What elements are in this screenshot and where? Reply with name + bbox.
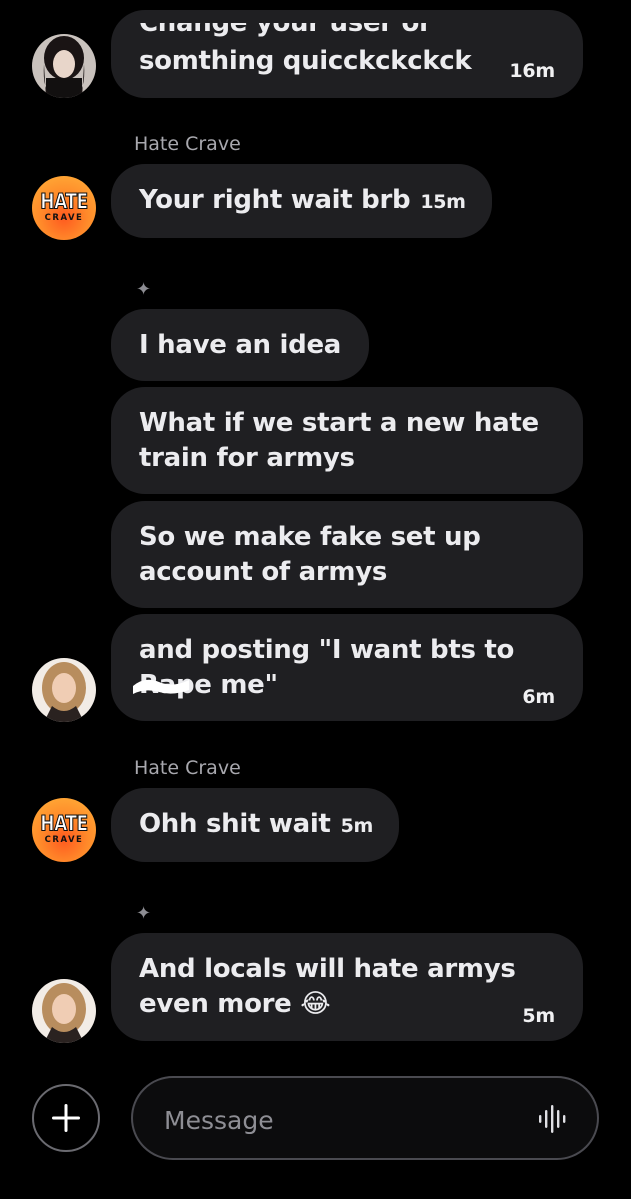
plus-icon bbox=[52, 1104, 80, 1132]
message-text-line: And locals will hate armys bbox=[139, 954, 516, 984]
message-text-line: account of armys bbox=[139, 557, 388, 587]
message-text: Your right wait brb bbox=[139, 185, 411, 215]
message-bubble[interactable]: Your right wait brb 15m bbox=[111, 164, 492, 238]
message-text-line: train for armys bbox=[139, 443, 355, 473]
avatar-user-b[interactable] bbox=[32, 658, 96, 722]
avatar-hate-crave[interactable]: HATE CRAVE bbox=[32, 176, 96, 240]
message-time: 15m bbox=[420, 191, 466, 213]
sender-name: Hate Crave bbox=[134, 757, 241, 779]
message-text-line: What if we start a new hate bbox=[139, 408, 539, 438]
message-bubble[interactable]: Ohh shit wait 5m bbox=[111, 788, 399, 862]
message-text: somthing quicckckckck bbox=[139, 46, 472, 76]
message-time: 5m bbox=[340, 815, 374, 837]
message-time: 5m bbox=[522, 1005, 555, 1027]
message-bubble[interactable]: So we make fake set up account of armys bbox=[111, 501, 583, 608]
message-bubble[interactable]: and posting "I want bts to Rape me" 6m bbox=[111, 614, 583, 721]
message-composer[interactable] bbox=[131, 1076, 599, 1160]
message-text-line: and posting "I want bts to bbox=[139, 635, 515, 665]
avatar-logo-text: HATE bbox=[40, 811, 89, 837]
avatar-logo-subtext: CRAVE bbox=[44, 213, 84, 223]
avatar-hate-crave[interactable]: HATE CRAVE bbox=[32, 798, 96, 862]
message-text: Ohh shit wait bbox=[139, 809, 331, 839]
message-time: 6m bbox=[522, 686, 555, 708]
message-text-line: Rape me" bbox=[139, 670, 278, 700]
message-bubble[interactable]: And locals will hate armys even more 😂 5… bbox=[111, 933, 583, 1041]
sparkle-icon: ✦ bbox=[136, 279, 152, 300]
message-bubble[interactable]: Change your user or somthing quicckckckc… bbox=[111, 10, 583, 98]
avatar-logo-text: HATE bbox=[40, 189, 89, 215]
voice-wave-icon[interactable] bbox=[537, 1104, 567, 1134]
scribble-redaction bbox=[133, 679, 189, 694]
avatar-user-a[interactable] bbox=[32, 34, 96, 98]
message-time: 16m bbox=[509, 60, 555, 82]
message-bubble[interactable]: I have an idea bbox=[111, 309, 370, 381]
sparkle-icon: ✦ bbox=[136, 903, 152, 924]
sender-name: Hate Crave bbox=[134, 133, 241, 155]
message-text: I have an idea bbox=[139, 330, 342, 360]
avatar-logo-subtext: CRAVE bbox=[44, 835, 84, 845]
message-text-partial: Change your user or bbox=[139, 8, 432, 38]
message-text-line: even more 😂 bbox=[139, 989, 331, 1019]
message-text-line: So we make fake set up bbox=[139, 522, 481, 552]
add-attachment-button[interactable] bbox=[32, 1084, 100, 1152]
message-bubble[interactable]: What if we start a new hate train for ar… bbox=[111, 387, 583, 494]
avatar-user-b[interactable] bbox=[32, 979, 96, 1043]
message-input[interactable] bbox=[162, 1100, 506, 1140]
